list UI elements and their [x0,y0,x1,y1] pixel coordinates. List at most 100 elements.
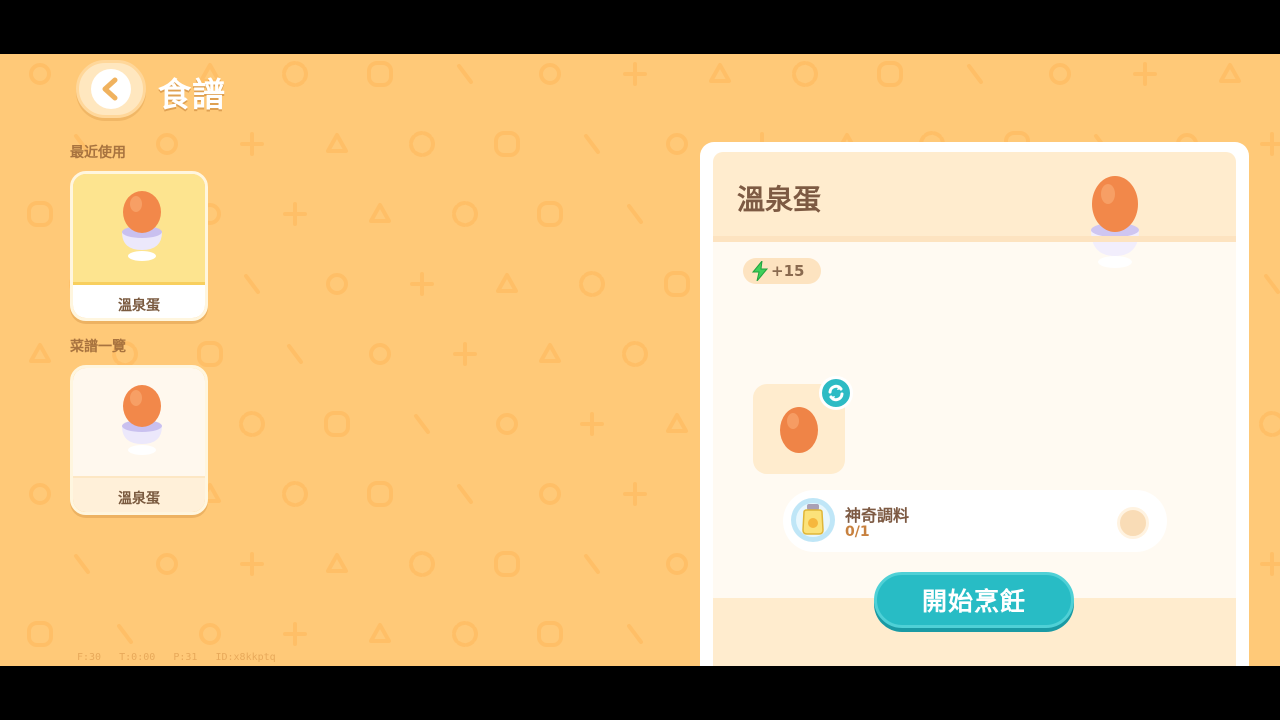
debug-overlay: F:30 T:0:00 P:31 ID:x8kkptq [77,652,276,663]
recipe-detail-header: 溫泉蛋 [713,152,1236,268]
pattern-mark [287,344,303,364]
recipe-detail-title: 溫泉蛋 [737,183,822,216]
pattern-mark [709,63,731,83]
pattern-mark [282,61,308,87]
energy-badge: +15 [743,258,821,284]
pattern-mark [967,64,983,84]
pattern-mark [367,481,393,507]
pattern-mark [580,412,604,436]
pattern-mark [584,554,600,574]
pattern-mark [627,624,643,644]
pattern-mark [496,413,518,435]
chevron-left-icon [102,77,118,101]
egg-icon [780,407,818,453]
pattern-mark [27,201,53,227]
soft-boiled-egg-icon [1091,176,1139,268]
pattern-mark [877,61,903,87]
soft-boiled-egg-icon [122,191,162,261]
start-cooking-button[interactable]: 開始烹飪 [874,572,1074,628]
pattern-mark [537,621,563,647]
back-button[interactable] [76,60,146,118]
pattern-mark [199,623,221,645]
pattern-mark [792,61,818,87]
pattern-mark [539,343,561,363]
pattern-mark [1259,411,1280,437]
pattern-mark [410,272,434,296]
pattern-mark [1219,63,1241,83]
pattern-mark [156,553,178,575]
pattern-mark [239,411,265,437]
pattern-mark [369,343,391,365]
seasoning-name: 神奇調料 [845,506,910,525]
pattern-mark [622,341,648,367]
letterbox-bottom [0,666,1280,720]
pattern-mark [623,62,647,86]
pattern-mark [74,554,90,574]
pattern-mark [666,133,688,155]
pattern-mark [326,273,348,295]
pattern-mark [240,552,264,576]
pattern-mark [324,411,350,437]
pattern-mark [666,553,688,575]
letterbox-top [0,0,1280,54]
pattern-mark [453,342,477,366]
pattern-mark [579,271,605,297]
pattern-mark [414,414,430,434]
pattern-mark [367,61,393,87]
pattern-mark [494,131,520,157]
pattern-mark [369,203,391,223]
pattern-mark [197,341,223,367]
recipe-card-recent[interactable]: 溫泉蛋 [70,171,208,321]
pattern-mark [409,551,435,577]
swap-ingredient-button[interactable] [819,376,853,410]
pattern-mark [452,201,478,227]
page-title: 食譜 [158,75,226,114]
recipe-screen: 食譜 最近使用 溫泉蛋 菜譜一覽 溫泉蛋 F:30 T:0:00 P:31 ID… [0,54,1280,666]
pattern-mark [539,63,561,85]
pattern-mark [1133,62,1157,86]
lightning-icon [751,261,769,281]
pattern-mark [1260,552,1280,576]
pattern-mark [457,64,473,84]
pattern-mark [29,63,51,85]
pattern-mark [117,624,133,644]
pattern-mark [457,484,473,504]
pattern-mark [623,482,647,506]
pattern-mark [156,133,178,155]
header-divider [713,236,1236,242]
pattern-mark [283,202,307,226]
pattern-mark [539,483,561,505]
pattern-mark [283,622,307,646]
pattern-mark [369,623,391,643]
pattern-mark [666,413,688,433]
seasoning-toggle[interactable] [1117,507,1149,539]
pattern-mark [1260,132,1280,156]
pattern-mark [29,343,51,363]
pattern-mark [1264,274,1280,294]
section-label-recent: 最近使用 [70,145,126,161]
soft-boiled-egg-icon [122,385,162,455]
section-label-all: 菜譜一覽 [70,339,126,355]
pattern-mark [537,201,563,227]
pattern-mark [1049,63,1071,85]
pattern-mark [27,621,53,647]
pattern-mark [409,131,435,157]
pattern-mark [326,133,348,153]
seasoning-count: 0/1 [845,524,870,540]
pattern-mark [326,553,348,573]
recipe-name: 溫泉蛋 [73,476,205,512]
refresh-icon [828,384,844,402]
back-button-circle [91,69,131,109]
pattern-mark [452,621,478,647]
seasoning-row[interactable]: 神奇調料 0/1 [783,490,1167,552]
pattern-mark [282,481,308,507]
pattern-mark [664,271,690,297]
pattern-mark [496,273,518,293]
pattern-mark [494,551,520,577]
pattern-mark [627,204,643,224]
pattern-mark [29,483,51,505]
recipe-card-all[interactable]: 溫泉蛋 [70,365,208,515]
pattern-mark [244,274,260,294]
pattern-mark [584,134,600,154]
pattern-mark [240,132,264,156]
